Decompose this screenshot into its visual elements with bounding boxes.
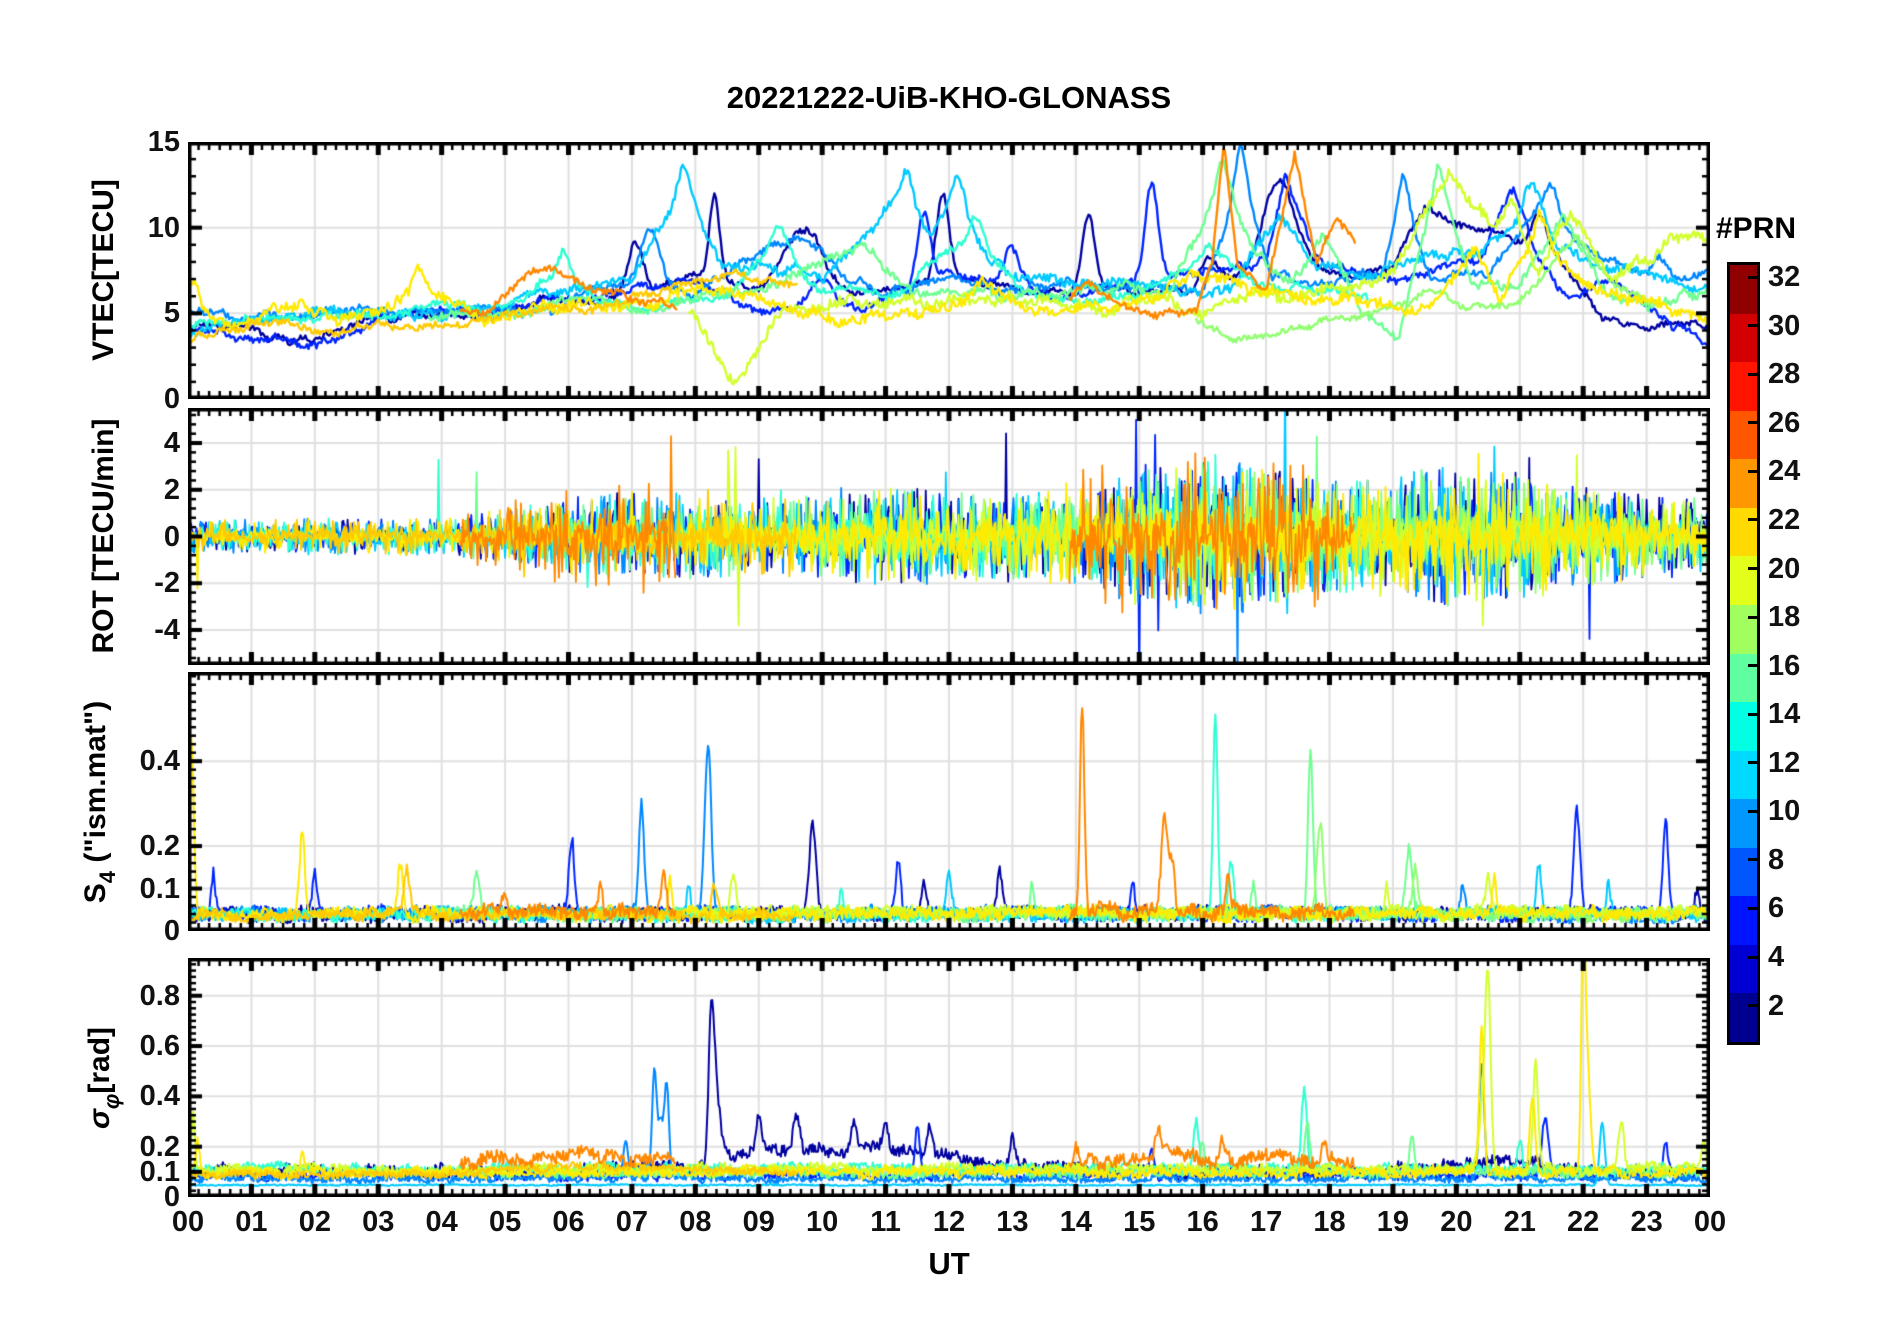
y-axis-label-part: φ xyxy=(99,1093,124,1110)
y-tick-label: 15 xyxy=(147,126,180,158)
colorbar-band xyxy=(1730,702,1757,751)
glonass-scintillation-figure: 20221222-UiB-KHO-GLONASS UT #PRN 0 5 10 15 V… xyxy=(0,0,1902,1330)
colorbar-band xyxy=(1730,265,1757,314)
colorbar-tick xyxy=(1748,712,1757,716)
panel-canvas-sigma xyxy=(188,958,1710,1197)
colorbar-tick-label: 2 xyxy=(1768,989,1785,1022)
colorbar-tick xyxy=(1748,372,1757,376)
colorbar-band xyxy=(1730,896,1757,945)
colorbar-tick-label: 26 xyxy=(1768,406,1801,439)
colorbar-tick-label: 8 xyxy=(1768,843,1785,876)
colorbar-tick-label: 18 xyxy=(1768,601,1801,634)
colorbar-tick xyxy=(1748,567,1757,571)
colorbar-tick xyxy=(1748,518,1757,522)
colorbar-band xyxy=(1730,313,1757,363)
y-tick-label: 0 xyxy=(163,383,180,415)
colorbar-band xyxy=(1730,993,1757,1042)
colorbar-tick xyxy=(1748,1004,1757,1008)
panel-canvas-vtec xyxy=(188,142,1710,399)
colorbar-tick-label: 24 xyxy=(1768,455,1801,488)
colorbar-tick xyxy=(1748,809,1757,813)
y-axis-label-part: VTEC[TECU] xyxy=(87,179,120,361)
y-tick-label: 0.2 xyxy=(139,830,180,863)
y-tick-label: 0.2 xyxy=(139,1130,180,1163)
figure-title: 20221222-UiB-KHO-GLONASS xyxy=(726,80,1172,115)
colorbar-tick xyxy=(1748,955,1757,959)
panel-canvas-s4 xyxy=(188,672,1710,931)
colorbar-tick-label: 6 xyxy=(1768,892,1785,925)
colorbar-tick xyxy=(1748,421,1757,425)
colorbar-tick xyxy=(1748,664,1757,668)
y-axis-label-part: 4 xyxy=(95,870,120,884)
colorbar-title: #PRN xyxy=(1716,212,1797,245)
colorbar-tick xyxy=(1748,324,1757,328)
y-axis-label-part: σ xyxy=(83,1109,116,1130)
x-tick-label: 00 xyxy=(1693,1206,1727,1238)
colorbar-band xyxy=(1730,459,1757,508)
colorbar-band xyxy=(1730,653,1757,703)
colorbar-tick xyxy=(1748,275,1757,279)
colorbar-tick xyxy=(1748,615,1757,619)
colorbar-tick-label: 14 xyxy=(1768,698,1801,731)
y-axis-label-part: [rad] xyxy=(83,1026,116,1094)
colorbar-tick-label: 4 xyxy=(1768,941,1785,974)
colorbar-band xyxy=(1730,799,1757,848)
colorbar-band xyxy=(1730,556,1757,605)
colorbar-band xyxy=(1730,410,1757,460)
colorbar-tick-label: 22 xyxy=(1768,503,1801,536)
colorbar-band xyxy=(1730,847,1757,897)
colorbar-tick-label: 32 xyxy=(1768,261,1801,294)
y-axis-label-part: ROT [TECU/min] xyxy=(87,418,120,654)
y-axis-label-part: S xyxy=(79,883,112,904)
colorbar-tick-label: 28 xyxy=(1768,358,1801,391)
colorbar-tick xyxy=(1748,858,1757,862)
y-axis-label-part: ("ism.mat") xyxy=(79,700,112,871)
colorbar-band xyxy=(1730,362,1757,411)
colorbar-tick xyxy=(1748,906,1757,910)
y-tick-label: 0.4 xyxy=(139,745,180,778)
panel-canvas-rot xyxy=(188,408,1710,665)
colorbar-tick xyxy=(1748,469,1757,473)
y-axis-label-vtec: VTEC[TECU] xyxy=(87,179,121,361)
y-tick-label: 0 xyxy=(163,915,180,947)
colorbar-band xyxy=(1730,507,1757,557)
colorbar-band xyxy=(1730,944,1757,994)
y-axis-label-rot: ROT [TECU/min] xyxy=(87,419,121,654)
colorbar-tick-label: 16 xyxy=(1768,649,1801,682)
colorbar-band xyxy=(1730,750,1757,800)
y-axis-label-sigma: σφ[rad] xyxy=(83,1026,124,1130)
y-axis-label-s4: S4 ("ism.mat") xyxy=(79,700,120,904)
colorbar-tick-label: 10 xyxy=(1768,795,1801,828)
x-axis-label: UT xyxy=(928,1246,970,1281)
colorbar xyxy=(1727,262,1760,1045)
y-tick-label: 0.6 xyxy=(139,1030,180,1063)
colorbar-band xyxy=(1730,604,1757,654)
colorbar-tick xyxy=(1748,761,1757,765)
y-tick-label: 0.8 xyxy=(139,979,180,1012)
colorbar-tick-label: 20 xyxy=(1768,552,1801,585)
colorbar-tick-label: 30 xyxy=(1768,309,1801,342)
colorbar-tick-label: 12 xyxy=(1768,746,1801,779)
